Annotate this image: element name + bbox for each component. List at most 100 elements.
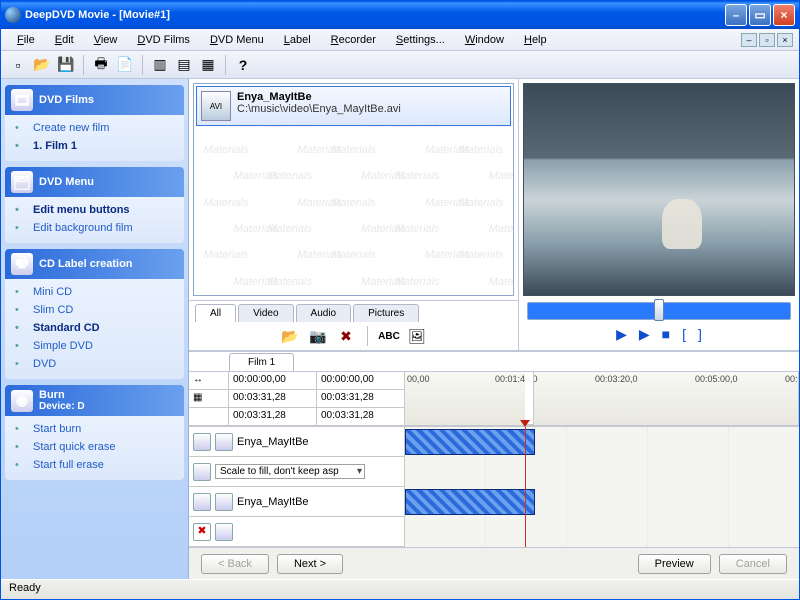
app-window: DeepDVD Movie - [Movie#1] – ▭ × File Edi… — [0, 0, 800, 600]
track-icon[interactable] — [215, 433, 233, 451]
add-file-icon[interactable]: 📂 — [279, 325, 301, 347]
playhead[interactable] — [525, 372, 534, 425]
menubar: File Edit View DVD Films DVD Menu Label … — [1, 29, 799, 51]
material-item[interactable]: AVI Enya_MayItBe C:\music\video\Enya_May… — [196, 86, 511, 126]
film-icon: 🎞 — [11, 89, 33, 111]
scale-combo[interactable]: Scale to fill, don't keep asp — [215, 464, 365, 479]
minimize-button[interactable]: – — [725, 4, 747, 26]
disc-icon: ◉ — [11, 390, 33, 412]
save-icon[interactable]: 💾 — [55, 54, 77, 76]
mdi-minimize-button[interactable]: – — [741, 33, 757, 47]
materials-list[interactable]: MaterialsMaterialsMaterialsMaterialsMate… — [193, 83, 514, 296]
menu-edit[interactable]: Edit — [45, 32, 84, 48]
mdi-close-button[interactable]: × — [777, 33, 793, 47]
mark-out-icon[interactable]: ] — [698, 326, 702, 342]
video-clip[interactable] — [405, 489, 535, 515]
help-icon[interactable]: ? — [232, 54, 254, 76]
delete-track-icon[interactable]: ✖ — [193, 523, 211, 541]
tab-all[interactable]: All — [195, 304, 236, 322]
titlebar: DeepDVD Movie - [Movie#1] – ▭ × — [1, 1, 799, 29]
capture-icon[interactable]: 📷 — [307, 325, 329, 347]
window-title: DeepDVD Movie - [Movie#1] — [25, 9, 170, 21]
tab-pictures[interactable]: Pictures — [353, 304, 419, 322]
tc-a1: 00:00:00,00 — [229, 372, 317, 390]
printer-icon: 🖶 — [11, 253, 33, 275]
text-button[interactable]: ABC — [378, 325, 400, 347]
sidebar-dvd[interactable]: DVD — [11, 355, 178, 373]
sidebar-edit-buttons[interactable]: Edit menu buttons — [11, 201, 178, 219]
cascade-icon[interactable]: ▥ — [149, 54, 171, 76]
back-button[interactable]: < Back — [201, 554, 269, 574]
avi-icon: AVI — [201, 91, 231, 121]
preview-monitor[interactable] — [523, 83, 795, 296]
open-icon[interactable]: 📂 — [31, 54, 53, 76]
sidebar-full-erase[interactable]: Start full erase — [11, 456, 178, 474]
next-button[interactable]: Next > — [277, 554, 343, 574]
copy-icon[interactable]: 📄 — [114, 54, 136, 76]
sidebar-film1[interactable]: 1. Film 1 — [11, 137, 178, 155]
app-icon — [5, 7, 21, 23]
close-button[interactable]: × — [773, 4, 795, 26]
video-clip[interactable] — [405, 429, 535, 455]
track-icon[interactable] — [215, 523, 233, 541]
mdi-restore-button[interactable]: ▫ — [759, 33, 775, 47]
panel-dvd-films[interactable]: 🎞DVD Films — [5, 85, 184, 115]
cancel-button[interactable]: Cancel — [719, 554, 787, 574]
tc-c2: 00:03:31,28 — [317, 408, 405, 426]
tl-tool-zoom[interactable]: ↔ — [189, 372, 229, 390]
menu-settings[interactable]: Settings... — [386, 32, 455, 48]
playhead[interactable] — [525, 427, 526, 547]
sidebar-standard-cd[interactable]: Standard CD — [11, 319, 178, 337]
sidebar-slim-cd[interactable]: Slim CD — [11, 301, 178, 319]
panel-dvd-menu[interactable]: 🗂DVD Menu — [5, 167, 184, 197]
preview-slider[interactable] — [527, 302, 791, 320]
sidebar-start-burn[interactable]: Start burn — [11, 420, 178, 438]
panel-cd-label[interactable]: 🖶CD Label creation — [5, 249, 184, 279]
maximize-button[interactable]: ▭ — [749, 4, 771, 26]
sidebar-simple-dvd[interactable]: Simple DVD — [11, 337, 178, 355]
track-icon[interactable] — [193, 493, 211, 511]
menu-file[interactable]: File — [7, 32, 45, 48]
statusbar: Ready — [1, 579, 799, 599]
timeline-area: Film 1 ↔ 00:00:00,00 00:00:00,00 00,00 0… — [189, 351, 799, 579]
menu-view[interactable]: View — [84, 32, 128, 48]
timeline-canvas[interactable] — [405, 427, 799, 547]
clip-name: Enya_MayItBe — [237, 436, 309, 448]
timeline-tab-film1[interactable]: Film 1 — [229, 353, 294, 371]
menu-dvdmenu[interactable]: DVD Menu — [200, 32, 274, 48]
tl-tool-grid[interactable]: ▦ — [189, 390, 229, 408]
menu-recorder[interactable]: Recorder — [321, 32, 386, 48]
menu-window[interactable]: Window — [455, 32, 514, 48]
sidebar-mini-cd[interactable]: Mini CD — [11, 283, 178, 301]
play-start-icon[interactable]: ▶ — [616, 326, 627, 343]
delete-icon[interactable]: ✖ — [335, 325, 357, 347]
menu-dvdfilms[interactable]: DVD Films — [127, 32, 200, 48]
track-icon[interactable] — [215, 493, 233, 511]
play-icon[interactable]: ▶ — [639, 326, 650, 343]
tc-b1: 00:03:31,28 — [229, 390, 317, 408]
preview-button[interactable]: Preview — [638, 554, 711, 574]
slider-thumb[interactable] — [654, 299, 664, 321]
print-icon[interactable]: 🖶 — [90, 54, 112, 76]
timeline-ruler[interactable]: 00,00 00:01:40,0 00:03:20,0 00:05:00,0 0… — [405, 372, 799, 426]
menu-label[interactable]: Label — [274, 32, 321, 48]
tile-h-icon[interactable]: ▤ — [173, 54, 195, 76]
menu-icon: 🗂 — [11, 171, 33, 193]
track-icon[interactable] — [193, 433, 211, 451]
sidebar-create-film[interactable]: Create new film — [11, 119, 178, 137]
tab-audio[interactable]: Audio — [296, 304, 352, 322]
preview-area: ▶ ▶ ■ [ ] — [519, 79, 799, 350]
new-icon[interactable]: ▫ — [7, 54, 29, 76]
mark-in-icon[interactable]: [ — [682, 326, 686, 342]
toolbar: ▫ 📂 💾 🖶 📄 ▥ ▤ ▦ ? — [1, 51, 799, 79]
tab-video[interactable]: Video — [238, 304, 293, 322]
tile-v-icon[interactable]: ▦ — [197, 54, 219, 76]
menu-help[interactable]: Help — [514, 32, 557, 48]
stop-icon[interactable]: ■ — [662, 326, 670, 342]
materials-area: MaterialsMaterialsMaterialsMaterialsMate… — [189, 79, 519, 350]
sidebar-quick-erase[interactable]: Start quick erase — [11, 438, 178, 456]
folder-icon[interactable] — [193, 463, 211, 481]
sidebar-edit-bg[interactable]: Edit background film — [11, 219, 178, 237]
panel-burn[interactable]: ◉BurnDevice: D — [5, 385, 184, 416]
image-icon[interactable]: 🖼 — [406, 325, 428, 347]
